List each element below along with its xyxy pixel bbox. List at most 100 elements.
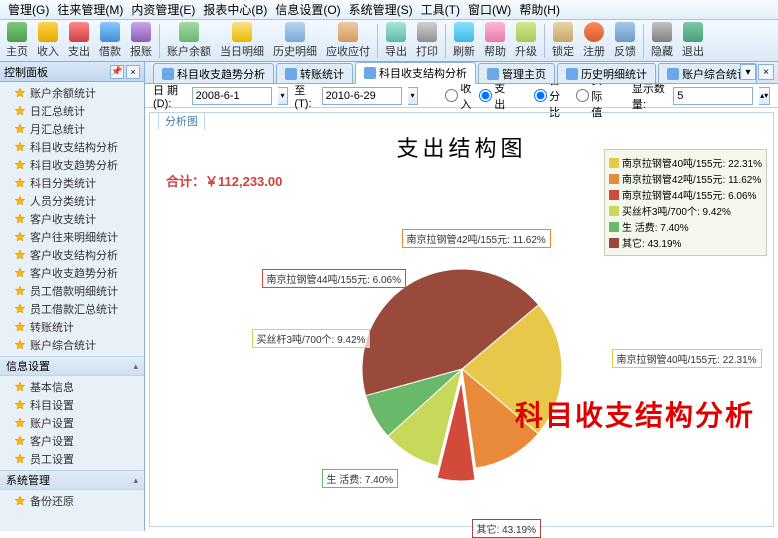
star-icon	[14, 105, 26, 117]
toolbar-out-button[interactable]: 支出	[64, 20, 94, 61]
toolbar-today-button[interactable]: 当日明细	[216, 20, 268, 61]
toolbar-rep-button[interactable]: 报账	[126, 20, 156, 61]
menu-item[interactable]: 窗口(W)	[464, 1, 515, 18]
menu-item[interactable]: 往来管理(M)	[53, 1, 127, 18]
sidebar-title: 控制面板	[4, 64, 48, 80]
star-icon	[14, 285, 26, 297]
menu-item[interactable]: 系统管理(S)	[345, 1, 417, 18]
sidebar-section-header[interactable]: 系统管理▴	[0, 470, 144, 490]
fb-icon	[615, 22, 635, 42]
tab-menu-icon[interactable]: ▾	[740, 64, 756, 80]
star-icon	[14, 399, 26, 411]
toolbar-lock-button[interactable]: 锁定	[548, 20, 578, 61]
tab[interactable]: 科目收支趋势分析	[153, 63, 274, 83]
sidebar-item[interactable]: 员工借款明细统计	[0, 282, 144, 300]
legend-swatch	[609, 158, 619, 168]
sidebar-item[interactable]: 账户设置	[0, 414, 144, 432]
date-label: 日 期(D):	[153, 82, 186, 110]
menu-item[interactable]: 信息设置(O)	[271, 1, 344, 18]
sidebar-close-icon[interactable]: ×	[126, 65, 140, 79]
menu-item[interactable]: 帮助(H)	[515, 1, 564, 18]
star-icon	[14, 417, 26, 429]
date-to-input[interactable]	[322, 87, 402, 105]
star-icon	[14, 141, 26, 153]
sidebar-item[interactable]: 员工借款汇总统计	[0, 300, 144, 318]
star-icon	[14, 249, 26, 261]
star-icon	[14, 303, 26, 315]
chart-tab[interactable]: 分析图	[158, 112, 205, 130]
toolbar-exp-button[interactable]: 导出	[381, 20, 411, 61]
sidebar-section-header[interactable]: 信息设置▴	[0, 356, 144, 376]
star-icon	[14, 267, 26, 279]
sidebar-item[interactable]: 科目收支结构分析	[0, 138, 144, 156]
star-icon	[14, 177, 26, 189]
toolbar-separator	[643, 24, 644, 58]
sidebar-item[interactable]: 备份还原	[0, 492, 144, 510]
sidebar-item[interactable]: 员工设置	[0, 450, 144, 468]
radio-expense[interactable]: 支出	[479, 80, 507, 112]
bal-icon	[179, 22, 199, 42]
overlay-title: 科目收支结构分析	[515, 394, 755, 434]
sidebar-item[interactable]: 科目设置	[0, 396, 144, 414]
qty-spinner-icon[interactable]: ▴▾	[759, 87, 770, 105]
toolbar-hide-button[interactable]: 隐藏	[647, 20, 677, 61]
sidebar-item[interactable]: 转账统计	[0, 318, 144, 336]
toolbar-print-button[interactable]: 打印	[412, 20, 442, 61]
toolbar-ar-button[interactable]: 应收应付	[322, 20, 374, 61]
star-icon	[14, 231, 26, 243]
sidebar-pin-icon[interactable]: 📌	[110, 65, 124, 79]
toolbar-help-button[interactable]: 帮助	[480, 20, 510, 61]
menu-item[interactable]: 内资管理(E)	[127, 1, 199, 18]
tab-icon	[667, 68, 679, 80]
toolbar-in-button[interactable]: 收入	[33, 20, 63, 61]
tab-close-icon[interactable]: ×	[758, 64, 774, 80]
star-icon	[14, 339, 26, 351]
pie-slice-label: 南京拉钢管44吨/155元: 6.06%	[262, 269, 407, 288]
menu-item[interactable]: 工具(T)	[417, 1, 464, 18]
tab[interactable]: 历史明细统计	[557, 63, 656, 83]
toolbar-ref-button[interactable]: 刷新	[449, 20, 479, 61]
toolbar-home-button[interactable]: 主页	[2, 20, 32, 61]
ar-icon	[338, 22, 358, 42]
date-from-dropdown-icon[interactable]: ▾	[278, 87, 289, 105]
toolbar-reg-button[interactable]: 注册	[579, 20, 609, 61]
qty-input[interactable]	[673, 87, 753, 105]
sidebar-item[interactable]: 客户收支统计	[0, 210, 144, 228]
toolbar-loan-button[interactable]: 借款	[95, 20, 125, 61]
date-from-input[interactable]	[192, 87, 272, 105]
menu-item[interactable]: 管理(G)	[4, 1, 53, 18]
date-to-dropdown-icon[interactable]: ▾	[408, 87, 419, 105]
legend-item: 南京拉钢管42吨/155元: 11.62%	[609, 171, 762, 186]
menu-item[interactable]: 报表中心(B)	[199, 1, 271, 18]
sidebar-item[interactable]: 客户设置	[0, 432, 144, 450]
sidebar-item[interactable]: 人员分类统计	[0, 192, 144, 210]
toolbar-separator	[377, 24, 378, 58]
sidebar-item[interactable]: 客户收支趋势分析	[0, 264, 144, 282]
pie-slice-label: 买丝杆3吨/700个: 9.42%	[252, 329, 371, 348]
star-icon	[14, 213, 26, 225]
sidebar-item[interactable]: 客户收支结构分析	[0, 246, 144, 264]
sidebar-item[interactable]: 账户余额统计	[0, 84, 144, 102]
radio-income[interactable]: 收入	[445, 80, 473, 112]
sidebar-item[interactable]: 客户往来明细统计	[0, 228, 144, 246]
sidebar-item[interactable]: 科目收支趋势分析	[0, 156, 144, 174]
toolbar-bal-button[interactable]: 账户余额	[163, 20, 215, 61]
toolbar-up-button[interactable]: 升级	[511, 20, 541, 61]
tab[interactable]: 管理主页	[478, 63, 555, 83]
sidebar-item[interactable]: 账户综合统计	[0, 336, 144, 354]
tab-icon	[285, 68, 297, 80]
sidebar-item[interactable]: 基本信息	[0, 378, 144, 396]
help-icon	[485, 22, 505, 42]
tab[interactable]: 科目收支结构分析	[355, 62, 476, 84]
print-icon	[417, 22, 437, 42]
main-toolbar: 主页收入支出借款报账账户余额当日明细历史明细应收应付导出打印刷新帮助升级锁定注册…	[0, 20, 778, 62]
tab[interactable]: 转账统计	[276, 63, 353, 83]
sidebar-item[interactable]: 日汇总统计	[0, 102, 144, 120]
sidebar-title-bar: 控制面板 📌 ×	[0, 62, 144, 82]
toolbar-fb-button[interactable]: 反馈	[610, 20, 640, 61]
sidebar-item[interactable]: 科目分类统计	[0, 174, 144, 192]
qty-label: 显示数量:	[632, 80, 667, 112]
sidebar-item[interactable]: 月汇总统计	[0, 120, 144, 138]
toolbar-exit-button[interactable]: 退出	[678, 20, 708, 61]
toolbar-hist-button[interactable]: 历史明细	[269, 20, 321, 61]
